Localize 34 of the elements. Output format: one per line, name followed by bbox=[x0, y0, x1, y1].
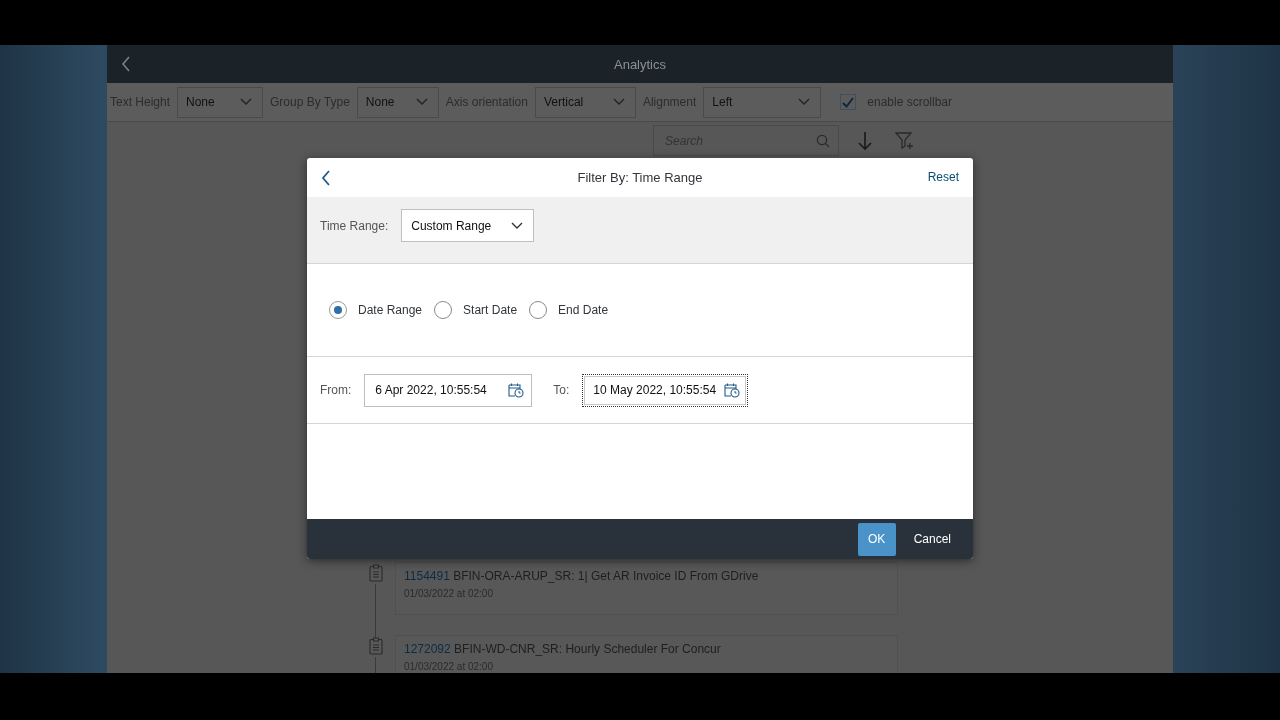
chevron-down-icon bbox=[798, 98, 811, 106]
checkbox[interactable] bbox=[840, 94, 857, 110]
cancel-button[interactable]: Cancel bbox=[905, 522, 959, 556]
dialog-title: Filter By: Time Range bbox=[577, 170, 703, 185]
calendar-clock-icon[interactable] bbox=[724, 382, 741, 398]
date-time-field[interactable]: 10 May 2022, 10:55:54 bbox=[582, 373, 749, 407]
search-icon bbox=[816, 133, 830, 148]
dropdown[interactable]: None bbox=[356, 86, 439, 118]
job-title: 1154491 BFIN-ORA-ARUP_SR: 1| Get AR Invoice ID From GDrive bbox=[404, 569, 760, 583]
calendar-clock-icon[interactable] bbox=[508, 382, 525, 398]
radio-label: End Date bbox=[558, 303, 609, 317]
clipboard-icon bbox=[369, 564, 383, 582]
app-title: Analytics bbox=[614, 56, 666, 72]
clipboard-icon bbox=[369, 637, 383, 655]
ok-button[interactable]: OK bbox=[857, 522, 896, 556]
reset-link[interactable]: Reset bbox=[927, 170, 959, 184]
dropdown[interactable]: Left bbox=[703, 86, 822, 118]
chevron-down-icon bbox=[612, 98, 625, 106]
radio-label: Date Range bbox=[358, 303, 423, 317]
chevron-down-icon bbox=[240, 98, 253, 106]
time-range-dropdown[interactable]: Custom Range bbox=[401, 209, 535, 242]
date-time-field[interactable]: 6 Apr 2022, 10:55:54 bbox=[364, 373, 533, 407]
dropdown[interactable]: Vertical bbox=[534, 86, 636, 118]
radio-label: Start Date bbox=[463, 303, 518, 317]
time-range-label: Time Range: bbox=[320, 219, 389, 233]
chevron-down-icon bbox=[511, 221, 524, 230]
sort-down-icon[interactable] bbox=[857, 130, 873, 151]
chevron-down-icon bbox=[415, 98, 428, 106]
back-icon[interactable] bbox=[321, 170, 331, 186]
job-title: 1272092 BFIN-WD-CNR_SR: Hourly Scheduler For Concur bbox=[404, 642, 722, 656]
date-label: From: bbox=[320, 383, 352, 397]
date-label: To: bbox=[553, 383, 570, 397]
back-icon[interactable] bbox=[121, 56, 131, 72]
dropdown[interactable]: None bbox=[177, 86, 264, 118]
